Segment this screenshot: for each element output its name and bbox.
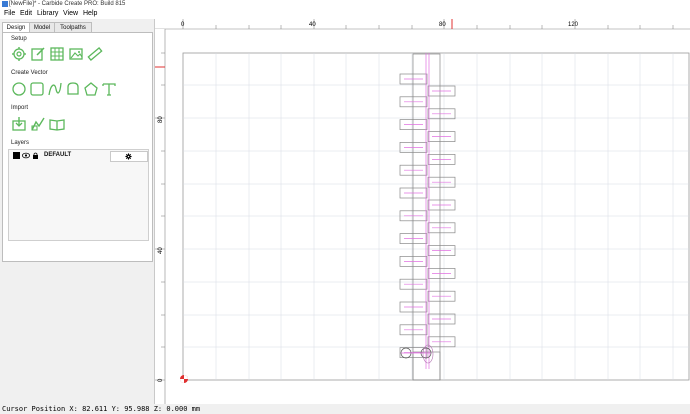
book-icon[interactable] xyxy=(49,116,65,132)
setup-tools xyxy=(11,46,103,62)
import-tools xyxy=(11,116,65,132)
ruler-y-label: 40 xyxy=(158,247,164,254)
ruler-x-label: 120 xyxy=(568,22,579,28)
edit-icon[interactable] xyxy=(30,46,46,62)
design-pane: Setup Create Vector Import Layers DEFAUL… xyxy=(2,32,153,262)
section-layers-label: Layers xyxy=(11,140,30,146)
menu-file[interactable]: File xyxy=(4,10,15,17)
design-canvas[interactable]: 0 40 80 120 80 40 0 xyxy=(155,19,690,404)
cursor-position: Cursor Position X: 82.611 Y: 95.988 Z: 0… xyxy=(2,405,201,413)
ruler-x-label: 80 xyxy=(439,22,446,28)
status-bar: Cursor Position X: 82.611 Y: 95.988 Z: 0… xyxy=(0,404,690,414)
eye-icon[interactable] xyxy=(22,152,30,159)
pentagon-icon[interactable] xyxy=(83,81,99,97)
left-panel: Design Model Toolpaths Setup Create Vect… xyxy=(0,19,155,404)
grid-icon[interactable] xyxy=(49,46,65,62)
text-icon[interactable] xyxy=(101,81,117,97)
menu-help[interactable]: Help xyxy=(83,10,97,17)
image-icon[interactable] xyxy=(68,46,84,62)
menu-view[interactable]: View xyxy=(63,10,78,17)
menu-library[interactable]: Library xyxy=(37,10,58,17)
import-model-icon[interactable] xyxy=(30,116,46,132)
stock-area[interactable] xyxy=(182,52,690,381)
menu-edit[interactable]: Edit xyxy=(20,10,32,17)
curve-icon[interactable] xyxy=(47,81,63,97)
section-setup-label: Setup xyxy=(11,36,27,42)
lock-icon[interactable] xyxy=(32,152,39,159)
window-title: [NewFile]* - Carbide Create PRO: Build 8… xyxy=(9,1,126,7)
section-create-vector-label: Create Vector xyxy=(11,70,48,76)
layer-color-swatch[interactable] xyxy=(13,152,20,159)
ruler-y-label: 80 xyxy=(158,116,164,123)
polygon-rounded-icon[interactable] xyxy=(65,81,81,97)
layer-settings-button[interactable] xyxy=(110,151,148,162)
canvas-svg[interactable]: 0 40 80 120 80 40 0 xyxy=(155,19,690,404)
ruler-x-label: 40 xyxy=(309,22,316,28)
gear-icon xyxy=(125,153,132,160)
section-import-label: Import xyxy=(11,105,29,111)
gear-icon[interactable] xyxy=(11,46,27,62)
rectangle-icon[interactable] xyxy=(29,81,45,97)
title-bar: [NewFile]* - Carbide Create PRO: Build 8… xyxy=(0,0,690,9)
menu-bar: File Edit Library View Help xyxy=(0,9,690,19)
ruler-icon[interactable] xyxy=(87,46,103,62)
layers-list: DEFAULT xyxy=(8,149,149,241)
vector-tools xyxy=(11,81,117,97)
origin-marker xyxy=(180,375,188,383)
app-icon xyxy=(2,1,8,7)
layer-row[interactable]: DEFAULT xyxy=(13,151,148,162)
import-icon[interactable] xyxy=(11,116,27,132)
top-ruler xyxy=(155,19,690,29)
layer-name: DEFAULT xyxy=(44,152,72,158)
circle-icon[interactable] xyxy=(11,81,27,97)
